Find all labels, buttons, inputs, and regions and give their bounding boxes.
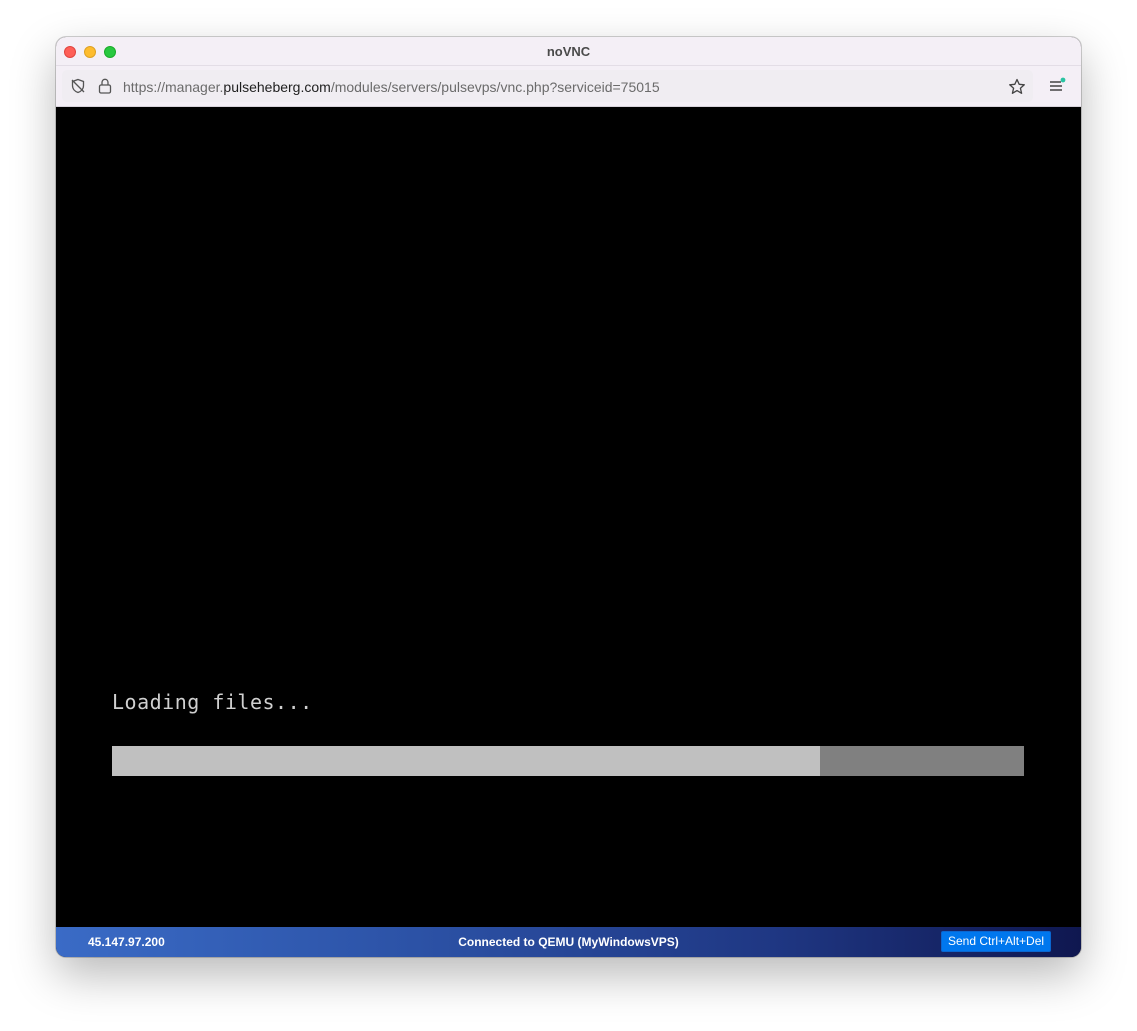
- url-path: /modules/servers/pulsevps/vnc.php?servic…: [330, 79, 660, 95]
- browser-window: noVNC https://manager.pulseheberg.com/mo…: [56, 37, 1081, 957]
- url-prefix: https://manager.: [123, 79, 224, 95]
- progress-bar-fill: [112, 746, 820, 776]
- bookmark-star-icon[interactable]: [1008, 78, 1026, 96]
- window-title: noVNC: [546, 44, 591, 59]
- url-text[interactable]: https://manager.pulseheberg.com/modules/…: [123, 79, 660, 95]
- browser-toolbar: https://manager.pulseheberg.com/modules/…: [56, 66, 1081, 107]
- send-ctrl-alt-del-button[interactable]: Send Ctrl+Alt+Del: [941, 931, 1052, 952]
- tracking-protection-icon[interactable]: [70, 78, 86, 94]
- progress-bar: [112, 746, 1024, 776]
- connection-status: Connected to QEMU (MyWindowsVPS): [458, 935, 679, 949]
- url-bar[interactable]: https://manager.pulseheberg.com/modules/…: [62, 70, 1033, 102]
- loading-text: Loading files...: [112, 690, 313, 714]
- title-bar: noVNC: [56, 37, 1081, 66]
- novnc-status-bar: 45.147.97.200 Connected to QEMU (MyWindo…: [56, 927, 1081, 957]
- menu-icon[interactable]: [1048, 77, 1066, 95]
- lock-icon[interactable]: [98, 78, 112, 94]
- vnc-screen[interactable]: Loading files...: [56, 107, 1081, 927]
- url-domain: pulseheberg.com: [223, 79, 331, 95]
